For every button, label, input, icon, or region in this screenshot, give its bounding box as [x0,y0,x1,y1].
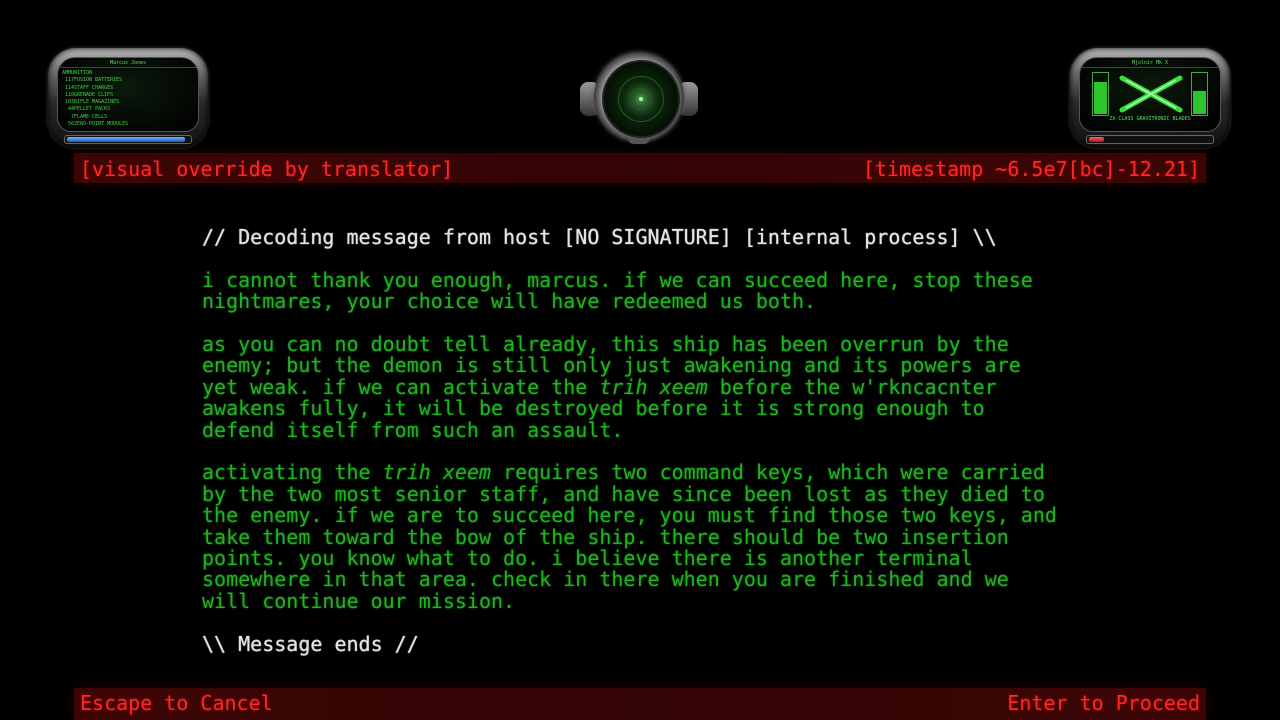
right-energy-gauge-fill [1193,90,1206,114]
translator-override-label: [visual override by translator] [80,157,454,181]
radar-blip-icon [639,97,643,101]
message-text: activating the [202,460,383,485]
terminal-screen: Marcus Jones AMMUNITION 117FUSION BATTER… [0,0,1280,720]
ammo-label: FLAME CELLS [74,113,108,120]
ammo-row: 7FLAME CELLS [62,114,198,121]
timestamp-label: [timestamp ~6.5e7[bc]-12.21] [862,157,1200,181]
weapon-hud-panel: Mjolnir Mk X ZX-CLASS GRAVITRONIC BLADES [1070,48,1230,148]
radar-screen [602,60,680,138]
ammo-row: 56ZERO-POINT MODULES [62,121,198,128]
message-paragraph: i cannot thank you enough, marcus. if we… [202,267,1202,314]
weapon-name: ZX-CLASS GRAVITRONIC BLADES [1109,116,1191,122]
ammo-count: 110 [64,91,74,98]
motion-tracker [580,52,698,144]
device-name-emphasis: trih xeem [382,460,491,485]
device-name-emphasis: trih xeem [599,374,708,399]
ammo-count: 7 [70,113,74,120]
message-body: i cannot thank you enough, marcus. if we… [202,267,1202,612]
armor-name: Mjolnir Mk X [1080,60,1220,68]
ammo-display: Marcus Jones AMMUNITION 117FUSION BATTER… [57,57,199,132]
ammo-row: 110GRENADE CLIPS [62,92,198,99]
ammo-row: 117FUSION BATTERIES [62,77,198,84]
message-paragraph: activating the trih xeem requires two co… [202,462,1202,612]
player-name: Marcus Jones [58,60,198,68]
message-footer-line: \\ Message ends // [202,631,419,656]
escape-cancel-prompt[interactable]: Escape to Cancel [80,692,273,714]
enter-proceed-prompt[interactable]: Enter to Proceed [1007,692,1200,714]
ammo-label: STAFF CHARGES [74,84,114,91]
left-energy-gauge-fill [1094,82,1107,114]
message-text: requires two command keys, which were ca… [202,460,1057,613]
terminal-message: // Decoding message from host [NO SIGNAT… [202,225,1202,656]
ammo-count: 44 [67,106,74,113]
terminal-header-bar: [visual override by translator] [timesta… [74,153,1206,183]
ammo-list: AMMUNITION 117FUSION BATTERIES 114STAFF C… [58,68,198,128]
ammo-label: FUSION BATTERIES [74,77,123,84]
message-paragraph: as you can no doubt tell already, this s… [202,333,1202,441]
tracker-base [628,138,650,144]
ammo-count: 103 [64,99,74,106]
ammo-count: 56 [67,121,74,128]
terminal-footer-bar: Escape to Cancel Enter to Proceed [74,688,1206,720]
ammo-hud-panel: Marcus Jones AMMUNITION 117FUSION BATTER… [48,48,208,148]
right-energy-gauge [1191,72,1208,116]
health-meter [1086,135,1214,144]
ammo-row: 44PELLET PACKS [62,106,198,113]
shield-meter-fill [67,137,186,142]
left-energy-gauge [1092,72,1109,116]
ammo-label: GRENADE CLIPS [74,91,114,98]
crossed-blades-icon [1119,75,1183,113]
ammo-row: 114STAFF CHARGES [62,85,198,92]
shield-meter [64,135,192,144]
ammo-count: 114 [64,84,74,91]
ammo-row: 103RIFLE MAGAZINES [62,99,198,106]
ammo-heading: AMMUNITION [62,70,93,76]
ammo-label: ZERO-POINT MODULES [74,121,129,128]
ammo-label: RIFLE MAGAZINES [74,99,120,106]
message-text: i cannot thank you enough, marcus. if we… [202,267,1033,314]
message-header-line: // Decoding message from host [NO SIGNAT… [202,225,997,249]
ammo-count: 117 [64,77,74,84]
ammo-label: PELLET PACKS [74,106,111,113]
health-meter-fill [1089,137,1104,142]
weapon-display: Mjolnir Mk X ZX-CLASS GRAVITRONIC BLADES [1079,57,1221,132]
